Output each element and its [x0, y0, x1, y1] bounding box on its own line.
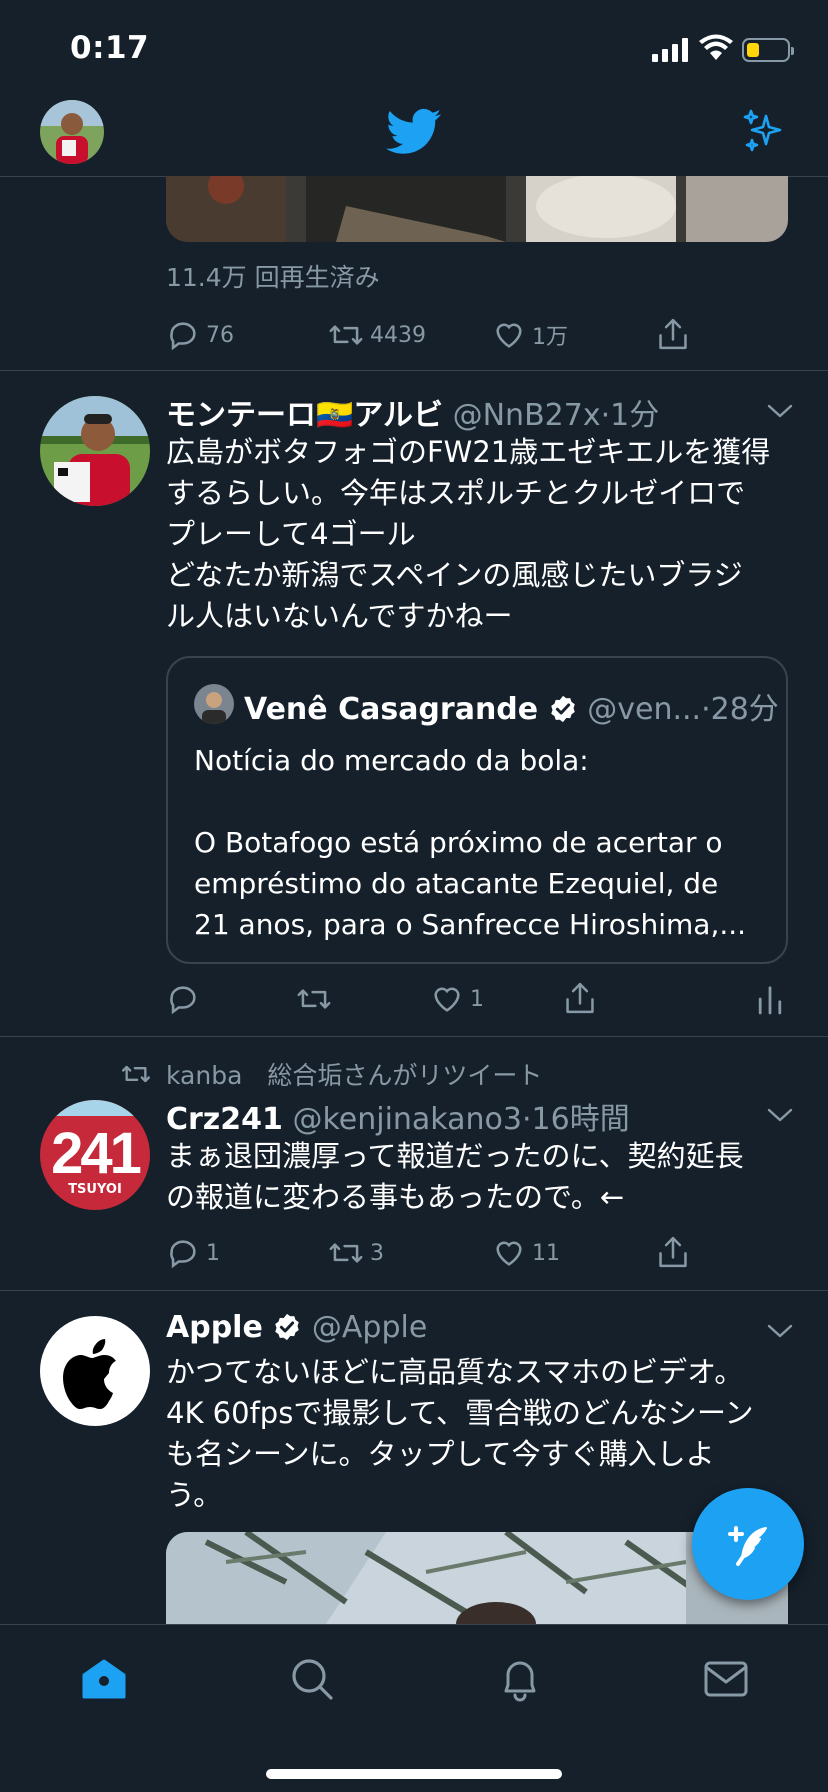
tweet-divider [0, 1036, 828, 1037]
reply-count: 1 [206, 1240, 220, 1266]
retweet-count: 3 [370, 1240, 384, 1266]
home-icon[interactable] [80, 1655, 128, 1703]
heart-icon [496, 323, 522, 348]
tweet-avatar[interactable]: 241 TSUYOI [40, 1100, 150, 1210]
like-count: 1万 [532, 325, 568, 350]
like-button[interactable]: 1 [430, 982, 484, 1016]
reply-icon [170, 322, 196, 351]
reply-button[interactable]: 76 [166, 318, 234, 352]
tweet-divider [0, 1290, 828, 1291]
quote-handle: @ven... [587, 692, 702, 727]
profile-avatar[interactable] [40, 100, 104, 164]
share-icon[interactable] [656, 1234, 690, 1270]
tweet-header: モンテーロ🇪🇨アルビ @NnB27x·1分 [166, 390, 659, 434]
heart-icon [496, 1241, 522, 1266]
reply-count: 76 [206, 322, 234, 348]
display-name[interactable]: Crz241 [166, 1102, 283, 1137]
retweet-button[interactable]: 4439 [328, 318, 426, 352]
battery-icon [742, 38, 794, 62]
reply-icon [170, 986, 196, 1015]
reply-button[interactable]: 1 [166, 1236, 220, 1270]
tweet-avatar[interactable] [40, 396, 150, 506]
apple-logo-icon [63, 1339, 116, 1409]
verified-badge-icon [550, 695, 575, 723]
cellular-signal-icon [652, 38, 690, 62]
chevron-down-icon[interactable] [766, 402, 794, 420]
retweet-icon [329, 325, 363, 345]
twitter-bird-icon[interactable] [386, 108, 442, 156]
like-count: 11 [532, 1240, 560, 1266]
share-icon[interactable] [656, 316, 690, 352]
bottom-navigation [0, 1624, 828, 1792]
tweet-divider [0, 370, 828, 371]
retweet-button[interactable] [296, 982, 338, 1016]
retweet-icon [297, 989, 331, 1009]
chevron-down-icon[interactable] [766, 1106, 794, 1124]
avatar-caption: TSUYOI [68, 1182, 122, 1197]
heart-icon [434, 987, 460, 1012]
tweet-text: まぁ退団濃厚って報道だったのに、契約延長 の報道に変わる事もあったので。← [166, 1139, 744, 1214]
quote-avatar [194, 684, 234, 724]
retweet-icon [329, 1243, 363, 1263]
quote-display-name: Venê Casagrande [244, 692, 539, 727]
tweet-text: かつてないほどに高品質なスマホのビデオ。 4K 60fpsで撮影して、雪合戦のど… [166, 1355, 754, 1512]
compose-tweet-button[interactable] [692, 1488, 804, 1600]
verified-badge-icon [275, 1313, 300, 1341]
reply-button[interactable] [166, 982, 206, 1016]
avatar-number: 241 [51, 1121, 142, 1186]
tweet-time: ·1分 [600, 398, 660, 433]
tweet-avatar[interactable] [40, 1316, 150, 1426]
sparkle-icon[interactable] [740, 108, 788, 156]
retweet-context-icon [121, 1065, 150, 1083]
retweet-button[interactable]: 3 [328, 1236, 384, 1270]
user-handle[interactable]: @NnB27x [453, 398, 601, 433]
tweet-media-video[interactable] [166, 176, 788, 242]
retweet-context[interactable]: kanba 総合垢さんがリツイート [166, 1056, 542, 1092]
tweet-time: ·16時間 [521, 1102, 630, 1137]
like-button[interactable]: 1万 [492, 318, 568, 352]
messages-icon[interactable] [702, 1655, 750, 1703]
wifi-icon [699, 34, 733, 60]
retweet-count: 4439 [370, 322, 426, 348]
user-handle[interactable]: @Apple [312, 1310, 427, 1345]
tweet-text: 広島がボタフォゴのFW21歳エゼキエルを獲得 するらしい。今年はスポルチとクルゼ… [166, 435, 771, 633]
status-time: 0:17 [70, 30, 150, 66]
search-icon[interactable] [288, 1655, 336, 1703]
analytics-icon[interactable] [756, 982, 784, 1016]
quote-time: ·28分 [701, 692, 779, 727]
quote-text: Notícia do mercado da bola: O Botafogo e… [194, 744, 747, 941]
home-indicator [266, 1769, 562, 1779]
tweet-header: Apple @Apple [166, 1310, 427, 1345]
user-handle[interactable]: @kenjinakano3 [292, 1102, 522, 1137]
display-name[interactable]: モンテーロ🇪🇨アルビ [166, 398, 443, 433]
notifications-icon[interactable] [496, 1655, 544, 1703]
share-icon[interactable] [563, 980, 597, 1016]
display-name[interactable]: Apple [166, 1310, 263, 1345]
like-button[interactable]: 11 [492, 1236, 560, 1270]
reply-icon [170, 1240, 196, 1269]
compose-feather-icon [728, 1526, 767, 1566]
like-count: 1 [470, 986, 484, 1012]
view-count: 11.4万 回再生済み [166, 263, 380, 292]
chevron-down-icon[interactable] [766, 1322, 794, 1340]
quote-header: Venê Casagrande @ven...·28分 [244, 684, 779, 728]
tweet-header: Crz241 @kenjinakano3·16時間 [166, 1094, 630, 1138]
